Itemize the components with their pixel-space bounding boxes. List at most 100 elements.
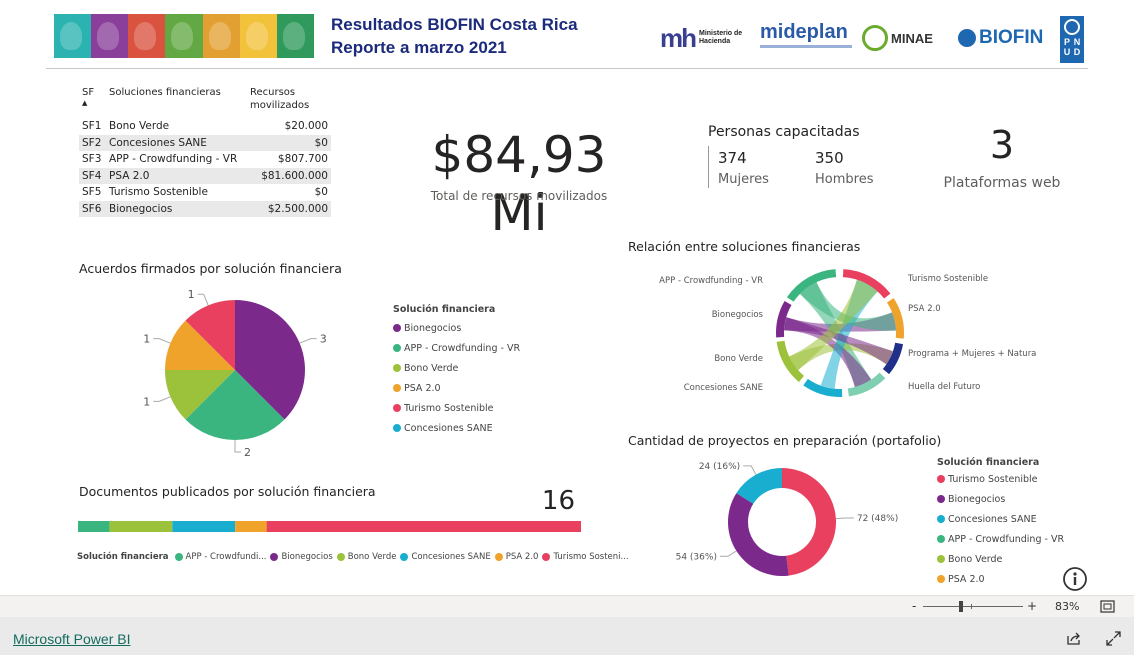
column-header-solution[interactable]: Soluciones financieras — [106, 84, 247, 118]
legend-color-dot — [393, 324, 401, 332]
zoom-toolbar: - + 83% — [0, 595, 1134, 617]
agreements-legend-item[interactable]: APP - Crowdfunding - VR — [393, 338, 520, 358]
legend-label: PSA 2.0 — [505, 552, 539, 562]
women-label: Mujeres — [718, 172, 769, 187]
cell-amount: $81.600.000 — [247, 167, 331, 184]
pnud-letter: N — [1073, 37, 1081, 47]
legend-color-dot — [393, 404, 401, 412]
legend-label: APP - Crowdfunding - VR — [404, 342, 521, 354]
portfolio-legend-item[interactable]: Concesiones SANE — [937, 509, 1064, 529]
documents-legend: Solución financiera APP - Crowdfundi... B… — [77, 552, 633, 562]
table-row[interactable]: SF2 Concesiones SANE $0 — [79, 134, 331, 151]
stacked-bar-segment[interactable] — [235, 521, 267, 532]
legend-color-dot — [937, 535, 945, 543]
legend-color-dot — [937, 555, 945, 563]
portfolio-legend-item[interactable]: PSA 2.0 — [937, 569, 1064, 589]
table-row[interactable]: SF4 PSA 2.0 $81.600.000 — [79, 167, 331, 184]
agreements-legend-item[interactable]: PSA 2.0 — [393, 378, 520, 398]
donut-data-label: 54 (36%) — [676, 552, 717, 562]
table-row[interactable]: SF1 Bono Verde $20.000 — [79, 118, 331, 135]
portfolio-legend-item[interactable]: Bono Verde — [937, 549, 1064, 569]
stacked-bar-segment[interactable] — [266, 521, 581, 532]
cell-sf: SF5 — [82, 186, 102, 199]
portfolio-donut-chart[interactable]: 72 (48%) 54 (36%) 24 (16%) — [660, 450, 940, 590]
legend-label: Bionegocios — [948, 493, 1006, 505]
zoom-level: 83% — [1055, 600, 1080, 613]
mideplan-logo: mideplan — [760, 22, 852, 54]
biofin-logo: BIOFIN — [958, 22, 1043, 54]
documents-total: 16 — [541, 486, 575, 516]
legend-label: Bono Verde — [404, 362, 459, 374]
column-header-sf[interactable]: SF ▲ — [79, 84, 106, 118]
documents-legend-item[interactable]: APP - Crowdfundi... — [174, 552, 267, 562]
donut-data-label: 72 (48%) — [857, 514, 898, 524]
zoom-slider[interactable] — [923, 601, 1023, 612]
documents-stacked-bar[interactable] — [78, 521, 582, 533]
stacked-bar-segment[interactable] — [172, 521, 236, 532]
legend-label: PSA 2.0 — [404, 382, 441, 394]
documents-legend-item[interactable]: Turismo Sosteni... — [542, 552, 629, 562]
legend-label: APP - Crowdfundi... — [185, 552, 267, 562]
zoom-in-button[interactable]: + — [1027, 599, 1037, 613]
agreements-legend-item[interactable]: Concesiones SANE — [393, 418, 520, 438]
banner-tile — [202, 14, 240, 58]
banner-tile — [91, 14, 129, 58]
agreements-legend-item[interactable]: Bionegocios — [393, 318, 520, 338]
portfolio-legend-item[interactable]: APP - Crowdfunding - VR — [937, 529, 1064, 549]
agreements-legend-item[interactable]: Bono Verde — [393, 358, 520, 378]
powerbi-link[interactable]: Microsoft Power BI — [13, 631, 130, 647]
chord-label: Turismo Sostenible — [907, 274, 988, 284]
legend-label: Bono Verde — [948, 553, 1003, 565]
table-row[interactable]: SF6 Bionegocios $2.500.000 — [79, 200, 331, 217]
fit-to-page-icon[interactable] — [1100, 600, 1115, 613]
cell-amount: $20.000 — [284, 120, 328, 133]
legend-label: Concesiones SANE — [404, 422, 493, 434]
donut-slice[interactable] — [728, 493, 789, 576]
legend-color-dot — [542, 553, 551, 561]
stacked-bar-segment[interactable] — [109, 521, 173, 532]
legend-color-dot — [393, 364, 401, 372]
documents-legend-item[interactable]: PSA 2.0 — [494, 552, 539, 562]
legend-label: PSA 2.0 — [948, 573, 985, 585]
financial-solutions-table: SF ▲ Soluciones financieras Recursos movi… — [79, 84, 331, 217]
legend-color-dot — [393, 344, 401, 352]
documents-legend-item[interactable]: Concesiones SANE — [400, 552, 491, 562]
documents-legend-item[interactable]: Bono Verde — [336, 552, 396, 562]
portfolio-donut-title: Cantidad de proyectos en preparación (po… — [628, 433, 942, 448]
table-row[interactable]: SF3 APP - Crowdfunding - VR $807.700 — [79, 151, 331, 168]
cell-solution: PSA 2.0 — [106, 167, 247, 184]
info-icon[interactable] — [1062, 566, 1088, 592]
cell-amount: $807.700 — [277, 153, 328, 166]
share-icon[interactable] — [1066, 631, 1082, 646]
portfolio-legend-item[interactable]: Bionegocios — [937, 489, 1064, 509]
documents-legend-title: Solución financiera — [77, 552, 169, 562]
pie-leader-line — [299, 338, 317, 344]
fullscreen-icon[interactable] — [1106, 631, 1121, 646]
column-header-amount[interactable]: Recursos movilizados — [247, 84, 331, 118]
banner-tile — [54, 14, 92, 58]
donut-slice[interactable] — [782, 468, 836, 576]
sort-ascending-icon[interactable]: ▲ — [82, 99, 103, 107]
total-resources-value: $84,93 Mi — [431, 126, 607, 242]
portfolio-legend-item[interactable]: Turismo Sostenible — [937, 469, 1064, 489]
web-platforms-value: 3 — [989, 123, 1015, 167]
zoom-slider-midmark — [971, 604, 972, 609]
zoom-out-button[interactable]: - — [912, 599, 916, 613]
table-row[interactable]: SF5 Turismo Sostenible $0 — [79, 184, 331, 201]
pie-data-label: 2 — [244, 446, 251, 459]
agreements-pie-chart[interactable]: 3 2 1 1 1 — [120, 282, 360, 462]
report-title-line1: Resultados BIOFIN Costa Rica — [331, 15, 578, 34]
agreements-pie-legend: Solución financiera Bionegocios APP - Cro… — [393, 304, 520, 438]
legend-color-dot — [336, 553, 345, 561]
agreements-legend-item[interactable]: Turismo Sostenible — [393, 398, 520, 418]
mideplan-logo-subline — [760, 45, 852, 48]
hacienda-logo-mark: mh — [660, 22, 697, 53]
documents-legend-item[interactable]: Bionegocios — [270, 552, 333, 562]
footer-bar — [0, 617, 1134, 655]
donut-leader-line — [719, 550, 737, 557]
chord-diagram[interactable]: Turismo Sostenible PSA 2.0 Programa + Muje… — [640, 260, 1040, 410]
zoom-slider-thumb[interactable] — [958, 601, 963, 612]
hacienda-logo: mh Ministerio de Hacienda — [660, 22, 742, 54]
chord-label: Bionegocios — [712, 310, 764, 320]
stacked-bar-segment[interactable] — [78, 521, 110, 532]
